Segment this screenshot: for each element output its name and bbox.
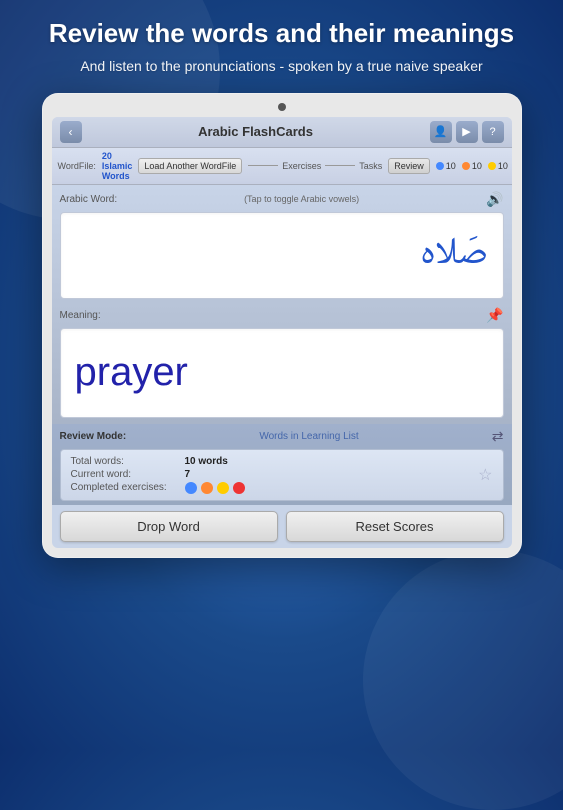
arabic-header: Arabic Word: (Tap to toggle Arabic vowel…: [60, 191, 504, 208]
exercises-divider2: [325, 165, 355, 166]
stat-completed-label: Completed exercises:: [71, 482, 181, 493]
stat-current-value: 7: [185, 469, 191, 480]
back-button[interactable]: ‹: [60, 121, 82, 143]
help-icon[interactable]: ?: [482, 121, 504, 143]
meaning-label: Meaning:: [60, 310, 101, 321]
meaning-header: Meaning: 📌: [60, 307, 504, 324]
ipad-screen: ‹ Arabic FlashCards 👤 ▶ ? WordFile: 20 I…: [52, 117, 512, 548]
audio-icon[interactable]: 🔊: [486, 191, 503, 208]
completed-dot-red: [233, 482, 245, 494]
stat-total-value: 10 words: [185, 456, 228, 467]
bottom-buttons: Drop Word Reset Scores: [52, 505, 512, 548]
yellow-dot: [488, 162, 496, 170]
profile-icon[interactable]: 👤: [430, 121, 452, 143]
app-topbar: ‹ Arabic FlashCards 👤 ▶ ?: [52, 117, 512, 148]
exercises-divider: [248, 165, 278, 166]
ipad-frame: ‹ Arabic FlashCards 👤 ▶ ? WordFile: 20 I…: [42, 93, 522, 558]
count-yellow: 10: [488, 161, 508, 171]
topbar-icons: 👤 ▶ ?: [430, 121, 504, 143]
wordfile-prefix-label: WordFile:: [58, 161, 96, 171]
meaning-pin-icon[interactable]: 📌: [486, 307, 503, 324]
stats-card: Total words: 10 words Current word: 7 Co…: [60, 449, 504, 501]
toggle-vowels-hint: (Tap to toggle Arabic vowels): [244, 194, 359, 204]
ipad-camera: [278, 103, 286, 111]
review-mode-section: Review Mode: Words in Learning List ⇄ To…: [52, 424, 512, 505]
completed-dots: [185, 482, 245, 494]
meaning-card[interactable]: prayer: [60, 328, 504, 418]
arabic-label: Arabic Word:: [60, 194, 118, 205]
completed-dot-blue: [185, 482, 197, 494]
review-button[interactable]: Review: [388, 158, 430, 174]
count-orange: 10: [462, 161, 482, 171]
arabic-section: Arabic Word: (Tap to toggle Arabic vowel…: [52, 185, 512, 303]
exercises-section: Exercises Tasks: [248, 161, 382, 171]
stat-total-label: Total words:: [71, 456, 181, 467]
wordfile-name-label: 20 Islamic Words: [102, 151, 133, 181]
star-icon[interactable]: ☆: [478, 465, 492, 485]
tasks-label: Tasks: [359, 161, 382, 171]
arabic-card[interactable]: صَلاه: [60, 212, 504, 299]
meaning-section: Meaning: 📌 prayer: [52, 303, 512, 424]
shuffle-icon[interactable]: ⇄: [492, 428, 504, 445]
toolbar-row: WordFile: 20 Islamic Words Load Another …: [52, 148, 512, 185]
orange-dot: [462, 162, 470, 170]
play-icon[interactable]: ▶: [456, 121, 478, 143]
completed-dot-orange: [201, 482, 213, 494]
stat-current-row: Current word: 7: [71, 469, 493, 480]
completed-dot-yellow: [217, 482, 229, 494]
stat-total-row: Total words: 10 words: [71, 456, 493, 467]
arabic-word: صَلاه: [420, 223, 489, 288]
stat-completed-row: Completed exercises:: [71, 482, 493, 494]
review-mode-label: Review Mode:: [60, 431, 127, 442]
blue-dot: [436, 162, 444, 170]
count-blue: 10: [436, 161, 456, 171]
reset-scores-button[interactable]: Reset Scores: [286, 511, 504, 542]
stat-current-label: Current word:: [71, 469, 181, 480]
review-mode-header: Review Mode: Words in Learning List ⇄: [60, 428, 504, 445]
header-section: Review the words and their meanings And …: [29, 0, 534, 83]
header-title: Review the words and their meanings: [49, 18, 514, 49]
drop-word-button[interactable]: Drop Word: [60, 511, 278, 542]
review-mode-value: Words in Learning List: [259, 431, 358, 442]
load-wordfile-button[interactable]: Load Another WordFile: [138, 158, 242, 174]
app-title: Arabic FlashCards: [82, 124, 430, 139]
meaning-word: prayer: [75, 350, 188, 395]
exercises-label: Exercises: [282, 161, 321, 171]
header-subtitle: And listen to the pronunciations - spoke…: [49, 57, 514, 77]
